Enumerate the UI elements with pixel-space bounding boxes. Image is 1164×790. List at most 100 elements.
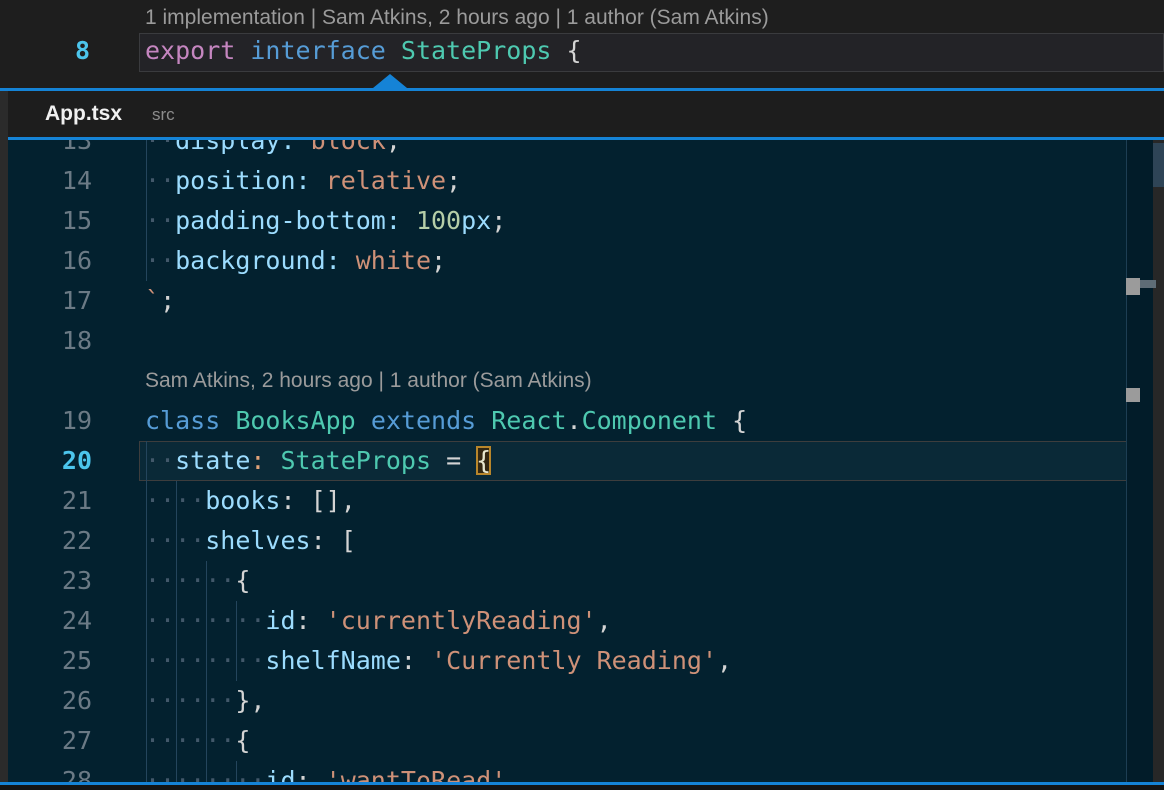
token-prop: background: xyxy=(175,246,341,275)
token-punc xyxy=(296,140,311,155)
code-text: ··background: white; xyxy=(145,241,446,281)
token-val: white xyxy=(356,246,431,275)
token-prop: padding-bottom: xyxy=(175,206,401,235)
token-punc: { xyxy=(717,406,747,435)
line-number-26[interactable]: 26 xyxy=(8,681,92,721)
token-punc: ; xyxy=(446,166,461,195)
line-number-13[interactable]: 13 xyxy=(8,140,92,161)
token-punc: = xyxy=(431,446,476,475)
code-text: export interface StateProps { xyxy=(145,31,582,71)
token-type: React xyxy=(491,406,566,435)
token-val: 'currentlyReading' xyxy=(326,606,597,635)
token-punc xyxy=(341,246,356,275)
code-line-14[interactable]: 14 ··position: relative; xyxy=(8,161,1126,201)
token-prop: position: xyxy=(175,166,310,195)
peek-arrow xyxy=(373,74,407,88)
line-number-19[interactable]: 19 xyxy=(8,401,92,441)
code-line-22[interactable]: 22····shelves: [ xyxy=(8,521,1126,561)
token-ws: ·· xyxy=(145,206,175,235)
token-punc: . xyxy=(567,406,582,435)
token-ws: ······ xyxy=(145,686,235,715)
token-punc: , xyxy=(597,606,612,635)
token-ws: ·· xyxy=(145,140,175,155)
token-punc xyxy=(401,206,416,235)
token-ws: ········ xyxy=(145,766,265,782)
code-line-27[interactable]: 27······{ xyxy=(8,721,1126,761)
token-punc xyxy=(311,766,326,782)
token-mod: export xyxy=(145,36,235,65)
token-kw: class xyxy=(145,406,220,435)
token-punc: ; xyxy=(431,246,446,275)
line-number-23[interactable]: 23 xyxy=(8,561,92,601)
code-text: ····books: [], xyxy=(145,481,356,521)
line-number-17[interactable]: 17 xyxy=(8,281,92,321)
token-prop: id xyxy=(265,606,295,635)
line-number-18[interactable]: 18 xyxy=(8,321,92,361)
line-number-16[interactable]: 16 xyxy=(8,241,92,281)
code-line-25[interactable]: 25 ········shelfName: 'Currently Reading'… xyxy=(8,641,1126,681)
token-punc xyxy=(416,646,431,675)
token-val: ` xyxy=(145,286,160,315)
token-num: 100 xyxy=(416,206,461,235)
token-punc: }, xyxy=(235,686,265,715)
code-line-17[interactable]: 17`; xyxy=(8,281,1126,321)
token-punc xyxy=(235,36,250,65)
token-prop: id xyxy=(265,766,295,782)
peek-title-bar[interactable]: App.tsx src xyxy=(0,91,1164,137)
code-line-13[interactable]: 13 ··display: block; xyxy=(8,140,1126,161)
token-punc xyxy=(265,446,280,475)
code-text: ········shelfName: 'Currently Reading', xyxy=(145,641,732,681)
line-number-20[interactable]: 20 xyxy=(8,441,92,481)
line-number-24[interactable]: 24 xyxy=(8,601,92,641)
line-number-25[interactable]: 25 xyxy=(8,641,92,681)
token-punc: { xyxy=(235,566,250,595)
code-line-15[interactable]: 15··padding-bottom: 100px; xyxy=(8,201,1126,241)
code-line-26[interactable]: 26 ······}, xyxy=(8,681,1126,721)
code-line-24[interactable]: 24 ········id: 'currentlyReading', xyxy=(8,601,1126,641)
code-line-23[interactable]: 23······{ xyxy=(8,561,1126,601)
code-line-18[interactable]: 18 xyxy=(8,321,1126,361)
scrollbar-thumb[interactable] xyxy=(1153,143,1164,187)
peek-title-filename[interactable]: App.tsx xyxy=(45,91,122,137)
token-punc xyxy=(386,36,401,65)
token-type: BooksApp xyxy=(235,406,355,435)
codelens-authors[interactable]: Sam Atkins, 2 hours ago | 1 author (Sam … xyxy=(145,361,1164,401)
code-line-28[interactable]: 28········id: 'wantToRead' xyxy=(8,761,1126,782)
code-line-19[interactable]: 19 class BooksApp extends React.Component… xyxy=(8,401,1126,441)
code-line-16[interactable]: 16 ··background: white; xyxy=(8,241,1126,281)
token-punc: { xyxy=(566,36,581,65)
scrollbar-track[interactable] xyxy=(1153,140,1164,782)
overview-marker xyxy=(1126,278,1140,295)
line-number-27[interactable]: 27 xyxy=(8,721,92,761)
token-punc xyxy=(311,606,326,635)
code-text: ········id: 'currentlyReading', xyxy=(145,601,612,641)
token-punc xyxy=(476,406,491,435)
code-text: ··position: relative; xyxy=(145,161,461,201)
line-number-8[interactable]: 8 xyxy=(0,31,90,71)
code-line-21[interactable]: 21 ····books: [], xyxy=(8,481,1126,521)
token-punc: { xyxy=(235,726,250,755)
line-number-22[interactable]: 22 xyxy=(8,521,92,561)
token-punc: , xyxy=(717,646,732,675)
token-ws: ·· xyxy=(145,446,175,475)
code-line-20[interactable]: 20··state: StateProps = { xyxy=(8,441,1126,481)
token-kw: extends xyxy=(371,406,476,435)
token-punc: : xyxy=(296,766,311,782)
token-punc xyxy=(356,406,371,435)
line-number-28[interactable]: 28 xyxy=(8,761,92,782)
codelens-implementations[interactable]: 1 implementation | Sam Atkins, 2 hours a… xyxy=(145,2,769,34)
token-prop: books xyxy=(205,486,280,515)
token-type: StateProps xyxy=(281,446,432,475)
peek-editor[interactable]: 13 ··display: block; 14 ··position: relativ… xyxy=(0,140,1164,782)
line-number-21[interactable]: 21 xyxy=(8,481,92,521)
line-number-14[interactable]: 14 xyxy=(8,161,92,201)
code-line-8[interactable]: 8 export interface StateProps { xyxy=(0,31,1164,71)
code-text: class BooksApp extends React.Component { xyxy=(145,401,747,441)
token-bhl: { xyxy=(476,446,491,475)
token-punc: [ xyxy=(326,526,356,555)
code-text: ··display: block; xyxy=(145,140,401,161)
overview-ruler xyxy=(1127,140,1153,782)
token-prop: shelves xyxy=(205,526,310,555)
token-punc xyxy=(311,166,326,195)
line-number-15[interactable]: 15 xyxy=(8,201,92,241)
